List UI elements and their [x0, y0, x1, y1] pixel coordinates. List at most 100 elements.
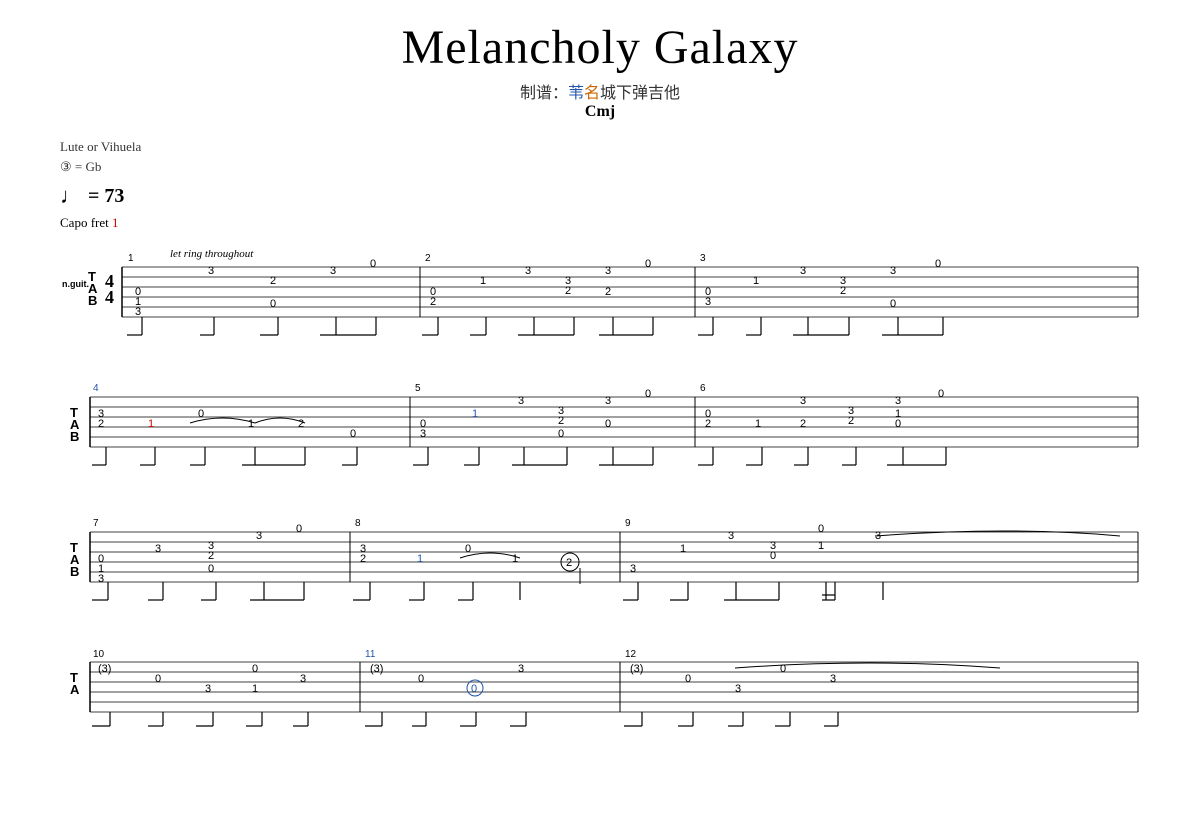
svg-text:0: 0	[418, 673, 424, 685]
svg-text:0: 0	[155, 673, 161, 685]
main-title: Melancholy Galaxy	[60, 20, 1140, 75]
subtitle-green: 城下弹吉他	[600, 85, 680, 102]
svg-text:2: 2	[430, 296, 436, 308]
staff-svg-4: T A 10 (3) 0 3 0 1	[60, 644, 1140, 734]
svg-text:9: 9	[625, 518, 631, 529]
svg-text:10: 10	[93, 649, 105, 660]
capo-text: Capo fret	[60, 215, 109, 230]
svg-text:2: 2	[605, 286, 611, 298]
svg-text:3: 3	[420, 428, 426, 440]
svg-text:2: 2	[566, 557, 572, 569]
svg-text:(3): (3)	[98, 663, 111, 675]
svg-text:2: 2	[705, 418, 711, 430]
svg-text:0: 0	[350, 428, 356, 440]
section-4: T A 10 (3) 0 3 0 1	[60, 644, 1140, 734]
instrument-name: Lute or Vihuela	[60, 139, 1140, 155]
svg-text:2: 2	[565, 285, 571, 297]
svg-text:3: 3	[525, 265, 531, 277]
svg-text:0: 0	[198, 408, 204, 420]
svg-text:0: 0	[685, 673, 691, 685]
section-2: T A B 4 3 2 1 0 1	[60, 369, 1140, 484]
svg-text:3: 3	[895, 395, 901, 407]
svg-text:2: 2	[270, 275, 276, 287]
svg-text:1: 1	[680, 543, 686, 555]
svg-text:1: 1	[248, 418, 254, 430]
svg-text:3: 3	[300, 673, 306, 685]
svg-text:B: B	[70, 429, 79, 444]
svg-text:0: 0	[296, 523, 302, 535]
svg-text:1: 1	[417, 553, 423, 565]
chord-name: Cmj	[60, 103, 1140, 121]
svg-text:let ring throughout: let ring throughout	[170, 248, 254, 260]
capo-number: 1	[112, 215, 119, 230]
svg-text:7: 7	[93, 518, 99, 529]
svg-text:4: 4	[105, 287, 114, 307]
svg-text:0: 0	[890, 298, 896, 310]
svg-text:0: 0	[645, 388, 651, 400]
svg-text:12: 12	[625, 649, 637, 660]
svg-text:2: 2	[298, 418, 304, 430]
svg-text:3: 3	[830, 673, 836, 685]
svg-text:3: 3	[518, 663, 524, 675]
svg-text:4: 4	[93, 383, 99, 394]
svg-text:0: 0	[645, 258, 651, 270]
svg-text:1: 1	[755, 418, 761, 430]
subtitle-orange: 名	[584, 85, 600, 102]
svg-text:3: 3	[330, 265, 336, 277]
svg-text:3: 3	[605, 395, 611, 407]
subtitle: 制谱：苇名城下弹吉他	[60, 79, 1140, 103]
svg-text:1: 1	[148, 418, 154, 430]
note-symbol: ♩	[60, 183, 82, 209]
tempo-line: ♩ = 73	[60, 183, 1140, 209]
subtitle-blue: 苇	[568, 85, 584, 102]
svg-text:3: 3	[256, 530, 262, 542]
capo-line: Capo fret 1	[60, 215, 1140, 231]
svg-text:0: 0	[938, 388, 944, 400]
svg-text:3: 3	[135, 306, 141, 318]
svg-text:(3): (3)	[370, 663, 383, 675]
svg-text:8: 8	[355, 518, 361, 529]
svg-text:2: 2	[98, 418, 104, 430]
svg-text:3: 3	[890, 265, 896, 277]
svg-text:A: A	[70, 682, 80, 697]
svg-text:0: 0	[935, 258, 941, 270]
svg-text:1: 1	[252, 683, 258, 695]
svg-text:1: 1	[472, 408, 478, 420]
svg-text:0: 0	[605, 418, 611, 430]
page: Melancholy Galaxy 制谱：苇名城下弹吉他 Cmj Lute or…	[0, 0, 1200, 774]
svg-text:0: 0	[558, 428, 564, 440]
svg-text:0: 0	[208, 563, 214, 575]
svg-text:1: 1	[128, 253, 134, 264]
svg-text:5: 5	[415, 383, 421, 394]
svg-text:1: 1	[753, 275, 759, 287]
svg-text:2: 2	[360, 553, 366, 565]
section-3: T A B 7 0 1 3 3 3 2 0	[60, 504, 1140, 624]
svg-text:3: 3	[155, 543, 161, 555]
svg-text:2: 2	[840, 285, 846, 297]
svg-text:3: 3	[800, 395, 806, 407]
svg-text:0: 0	[780, 663, 786, 675]
svg-text:0: 0	[818, 523, 824, 535]
svg-text:6: 6	[700, 383, 706, 394]
svg-text:0: 0	[465, 543, 471, 555]
svg-text:B: B	[88, 293, 97, 308]
svg-text:3: 3	[700, 253, 706, 264]
staff-svg-2: T A B 4 3 2 1 0 1	[60, 369, 1140, 484]
svg-text:0: 0	[895, 418, 901, 430]
svg-text:3: 3	[518, 395, 524, 407]
tuning: ③ = Gb	[60, 159, 1140, 175]
title-section: Melancholy Galaxy 制谱：苇名城下弹吉他 Cmj	[60, 20, 1140, 121]
svg-text:0: 0	[471, 683, 477, 695]
svg-text:2: 2	[208, 550, 214, 562]
svg-text:3: 3	[605, 265, 611, 277]
svg-text:1: 1	[818, 540, 824, 552]
svg-text:0: 0	[770, 550, 776, 562]
section-1: n.guit. T A B 4 4 let ring throughout 1 …	[60, 239, 1140, 349]
svg-text:n.guit.: n.guit.	[62, 279, 89, 289]
svg-text:B: B	[70, 564, 79, 579]
svg-text:3: 3	[630, 563, 636, 575]
svg-text:0: 0	[370, 258, 376, 270]
subtitle-label: 制谱：	[520, 85, 568, 102]
svg-text:3: 3	[205, 683, 211, 695]
svg-text:11: 11	[365, 649, 376, 660]
